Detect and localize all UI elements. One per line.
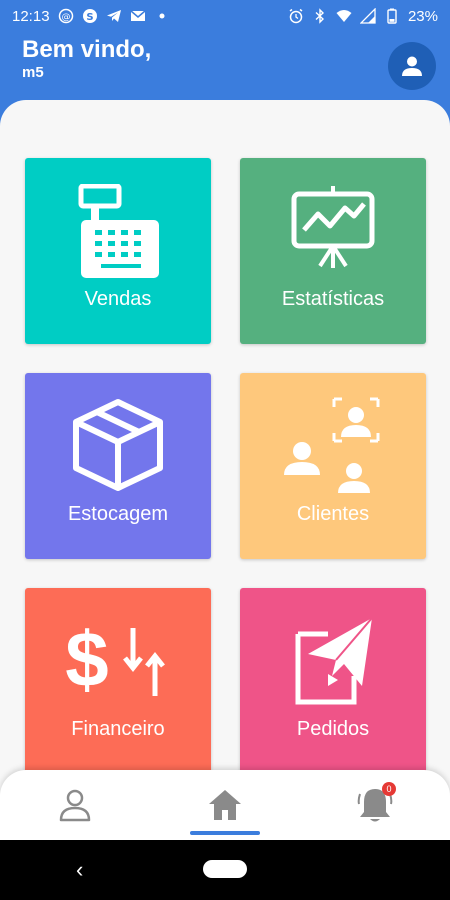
customers-icon <box>284 397 380 493</box>
home-pill-button[interactable] <box>203 860 247 878</box>
battery-percent: 23% <box>407 7 438 25</box>
cash-register-icon <box>78 184 159 278</box>
skype-icon: S <box>82 9 97 23</box>
person-outline-icon <box>59 789 91 822</box>
alarm-icon <box>289 8 303 24</box>
nav-notifications[interactable]: 0 <box>345 780 405 830</box>
notification-badge: 0 <box>382 782 396 796</box>
battery-icon <box>387 8 397 24</box>
tile-estocagem[interactable]: Estocagem <box>25 373 211 559</box>
home-icon <box>209 790 241 820</box>
dollar-transfer-icon: $ <box>65 616 165 702</box>
tile-label-clientes: Clientes <box>296 503 370 525</box>
wifi-icon <box>336 10 352 22</box>
signal-icon <box>359 8 376 24</box>
tile-label-estatisticas: Estatísticas <box>281 288 385 310</box>
tile-label-financeiro: Financeiro <box>71 718 165 740</box>
gmail-icon <box>130 10 146 21</box>
telegram-icon <box>106 10 121 22</box>
at-sign-icon: @ <box>58 8 73 24</box>
back-button[interactable]: ‹ <box>76 857 83 883</box>
status-bar: 12:13 @ S 23% <box>0 0 450 32</box>
send-order-icon <box>295 617 373 705</box>
greeting-title: Bem vindo, <box>22 36 152 63</box>
tile-vendas[interactable]: Vendas <box>25 158 211 344</box>
presentation-chart-icon <box>291 186 375 268</box>
main-content: Vendas Estatísticas Estocagem Clientes $… <box>0 100 450 840</box>
tile-estatisticas[interactable]: Estatísticas <box>240 158 426 344</box>
tile-label-estocagem: Estocagem <box>67 503 169 525</box>
bottom-navigation: 0 <box>0 770 450 840</box>
active-tab-indicator <box>190 831 260 835</box>
status-time: 12:13 <box>12 7 50 25</box>
person-icon <box>402 56 422 76</box>
svg-text:S: S <box>86 12 93 23</box>
svg-text:$: $ <box>65 616 108 702</box>
tile-pedidos[interactable]: Pedidos <box>240 588 426 774</box>
tile-label-vendas: Vendas <box>84 288 152 310</box>
nav-home[interactable] <box>195 780 255 830</box>
box-icon <box>73 399 163 491</box>
app-header: Bem vindo, m5 <box>0 32 450 108</box>
username-label: m5 <box>22 64 44 81</box>
system-navigation-bar: ‹ <box>0 840 450 900</box>
tile-financeiro[interactable]: $ Financeiro <box>25 588 211 774</box>
profile-avatar-button[interactable] <box>388 42 436 90</box>
svg-text:@: @ <box>61 13 70 23</box>
tile-clientes[interactable]: Clientes <box>240 373 426 559</box>
dot-icon <box>159 13 165 19</box>
bluetooth-icon <box>315 8 324 24</box>
tile-label-pedidos: Pedidos <box>296 718 370 740</box>
nav-profile[interactable] <box>45 780 105 830</box>
